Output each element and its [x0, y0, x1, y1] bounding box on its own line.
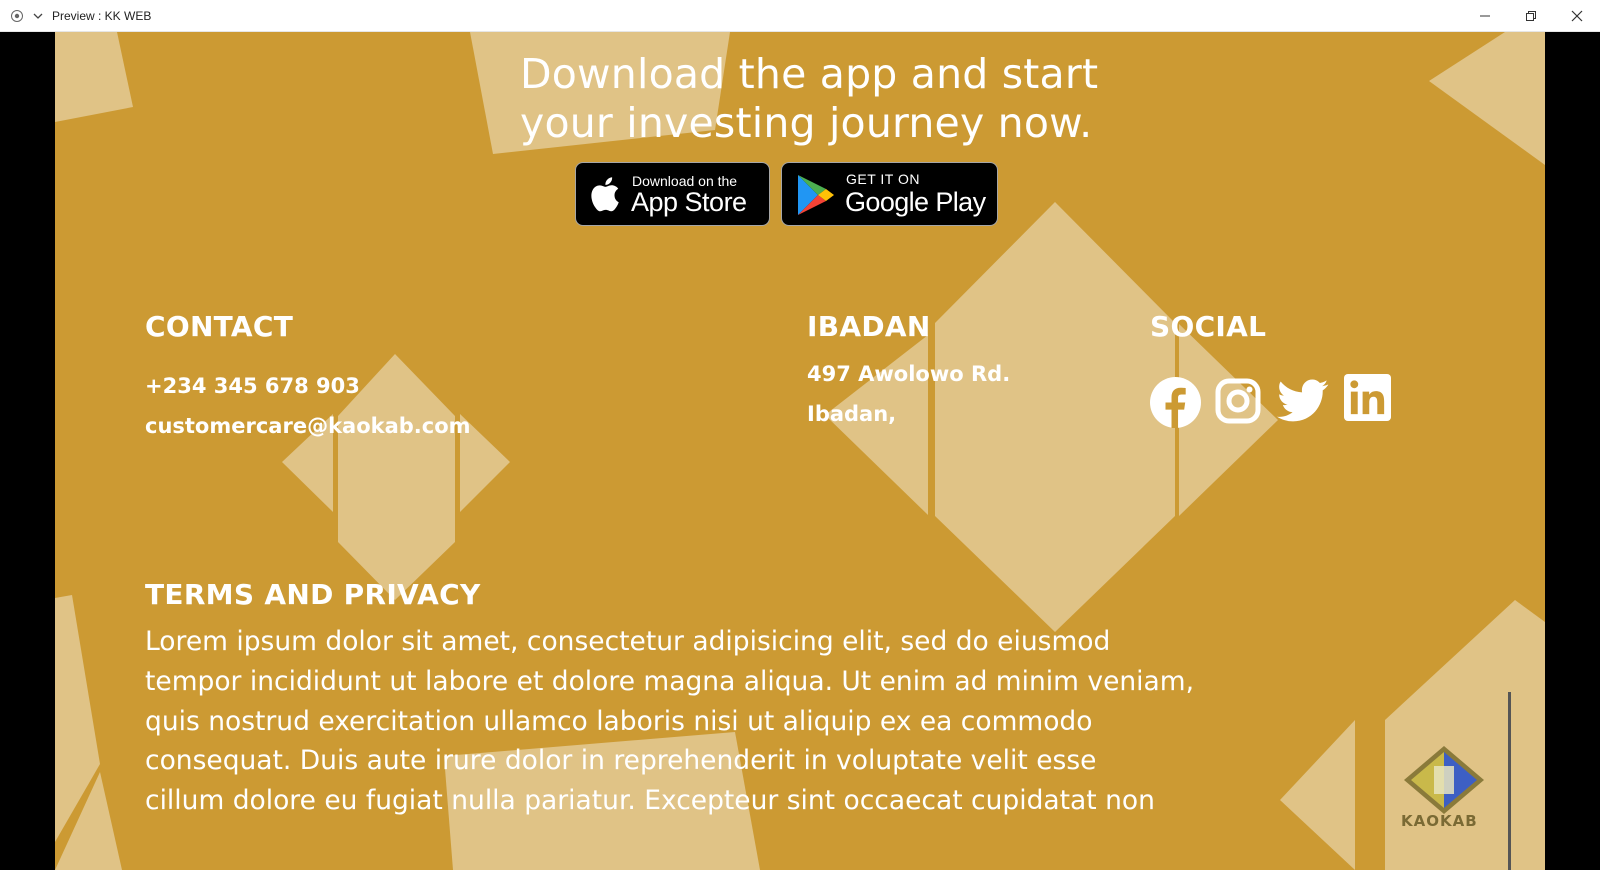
- window-title: Preview : KK WEB: [52, 9, 152, 23]
- kaokab-logo[interactable]: KAOKAB: [1399, 744, 1489, 834]
- terms-line: Lorem ipsum dolor sit amet, consectetur …: [145, 626, 1111, 657]
- app-store-big-text: App Store: [631, 187, 747, 217]
- terms-line: tempor incididunt ut labore et dolore ma…: [145, 665, 1195, 697]
- minimize-button[interactable]: [1462, 0, 1508, 32]
- minimize-icon: [1480, 15, 1490, 17]
- restore-button[interactable]: [1508, 0, 1554, 32]
- app-store-button[interactable]: Download on the App Store: [575, 162, 770, 226]
- terms-line: consequat. Duis aute irure dolor in repr…: [145, 745, 1097, 777]
- hero-line-1: Download the app and start: [520, 50, 1099, 98]
- ibadan-address-line-2: Ibadan,: [807, 402, 897, 426]
- kaokab-logo-mark: [1404, 746, 1484, 814]
- contact-phone-link[interactable]: +234 345 678 903: [145, 374, 360, 398]
- hero-heading: Download the app and start your investin…: [520, 50, 1120, 148]
- chevron-down-icon[interactable]: [31, 9, 45, 23]
- contact-email-link[interactable]: customercare@kaokab.com: [145, 414, 471, 438]
- terms-line: cillum dolore eu fugiat nulla pariatur. …: [145, 785, 1155, 817]
- ibadan-heading: IBADAN: [807, 310, 931, 343]
- google-play-big-text: Google Play: [845, 187, 986, 217]
- contact-heading: CONTACT: [145, 310, 294, 343]
- terms-line: quis nostrud exercitation ullamco labori…: [145, 705, 1093, 737]
- terms-heading: TERMS AND PRIVACY: [145, 578, 481, 611]
- twitter-icon[interactable]: [1277, 378, 1329, 424]
- linkedin-icon[interactable]: [1344, 374, 1391, 421]
- window-titlebar: Preview : KK WEB: [0, 0, 1600, 32]
- apple-icon: [591, 177, 619, 212]
- hero-line-2: your investing journey now.: [520, 99, 1093, 147]
- kaokab-logo-text: KAOKAB: [1401, 812, 1478, 830]
- google-play-icon: [798, 175, 834, 215]
- app-icon: [11, 10, 23, 22]
- vertical-scrollbar[interactable]: [1508, 692, 1511, 870]
- google-play-small-text: GET IT ON: [846, 171, 920, 187]
- terms-body: Lorem ipsum dolor sit amet, consectetur …: [145, 622, 1305, 821]
- social-heading: SOCIAL: [1150, 310, 1267, 343]
- page-footer-section: Download the app and start your investin…: [55, 32, 1545, 870]
- facebook-icon[interactable]: [1150, 377, 1201, 428]
- google-play-button[interactable]: GET IT ON Google Play: [781, 162, 998, 226]
- close-icon: [1571, 10, 1583, 22]
- close-button[interactable]: [1554, 0, 1600, 32]
- ibadan-address-line-1: 497 Awolowo Rd.: [807, 362, 1011, 386]
- restore-icon: [1526, 11, 1536, 21]
- instagram-icon[interactable]: [1215, 378, 1261, 424]
